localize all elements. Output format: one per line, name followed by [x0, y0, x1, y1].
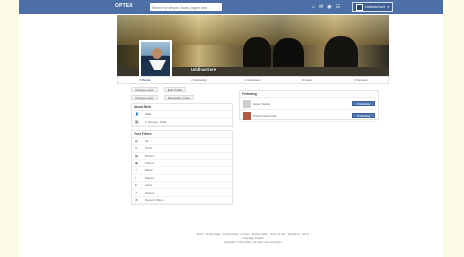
following-button[interactable]: Following: [352, 113, 375, 118]
home-icon[interactable]: ⌂: [312, 3, 315, 11]
filter-item[interactable]: ⌘ Recent Ofters: [132, 197, 232, 205]
user-menu-button[interactable]: UddhavGore ▾: [352, 2, 394, 12]
chevron-down-icon: ▾: [387, 5, 390, 9]
tab-likes[interactable]: 0 Likes: [280, 77, 334, 83]
filter-item[interactable]: ♫ Music: [132, 167, 232, 175]
tab-following[interactable]: 2 Following: [172, 77, 226, 83]
following-item[interactable]: Prachi Deshmukh Following: [240, 110, 378, 122]
following-button[interactable]: Following: [352, 101, 375, 106]
places-icon: ⌖: [135, 175, 137, 180]
footer: About · Create Page · Create Group · Con…: [117, 233, 389, 245]
music-icon: ♫: [135, 168, 138, 173]
filter-item[interactable]: ▤ All: [132, 138, 232, 146]
edit-profile-button[interactable]: Edit Profile: [163, 87, 187, 92]
following-avatar: [243, 99, 251, 108]
about-row: 🗓 1 January, 1994: [132, 118, 232, 126]
all-icon: ▤: [135, 138, 138, 143]
tab-groups[interactable]: 0 Groups: [334, 77, 388, 83]
filter-item[interactable]: ⌖ Places: [132, 175, 232, 182]
likes-icon: ♥: [135, 183, 137, 188]
recent-icon: ⌘: [135, 197, 138, 202]
videos-icon: ▣: [135, 161, 138, 166]
filters-title: Your Filters: [132, 131, 232, 138]
right-column: Following Helen Stefan Following Prachi …: [239, 87, 379, 122]
about-box: About Bulb 👤 Male 🗓 1 January, 1994: [131, 103, 233, 127]
following-box: Following Helen Stefan Following Prachi …: [239, 90, 379, 122]
profile-name: UddhavGore: [191, 67, 217, 72]
following-item[interactable]: Helen Stefan Following: [240, 98, 378, 110]
photos-icon: ▦: [135, 153, 138, 158]
user-avatar: [356, 3, 363, 11]
filter-item[interactable]: ↗ Shares: [132, 189, 232, 197]
tab-posts[interactable]: 1 Posts: [118, 77, 172, 83]
messages-icon[interactable]: ✉: [319, 3, 323, 11]
following-avatar: [243, 111, 251, 120]
shares-icon: ↗: [135, 190, 138, 195]
user-icon: 👤: [135, 112, 139, 117]
footer-copyright: Copyright © 2015 Optex. All rights reser…: [223, 241, 283, 244]
search-input[interactable]: [150, 3, 222, 11]
notifications-icon[interactable]: ◉: [327, 3, 331, 11]
following-title: Following: [240, 91, 378, 98]
calendar-icon: 🗓: [135, 119, 139, 124]
left-column: Change cover Edit Profile Change cover R…: [131, 87, 233, 206]
change-cover-button-2[interactable]: Change cover: [131, 95, 158, 100]
filter-item[interactable]: ▣ Videos: [132, 160, 232, 168]
page: OPTEX ⌂ ✉ ◉ ☷ UddhavGore ▾ UddhavGore 1 …: [19, 0, 443, 257]
reposition-cover-button[interactable]: Reposition cover: [163, 95, 195, 100]
profile-picture[interactable]: [139, 40, 172, 78]
filter-item[interactable]: ✎ Texts: [132, 145, 232, 153]
topbar: OPTEX ⌂ ✉ ◉ ☷ UddhavGore ▾: [19, 0, 443, 14]
user-menu-label: UddhavGore: [365, 5, 386, 9]
logo[interactable]: OPTEX: [115, 3, 133, 9]
filter-item[interactable]: ♥ Likes: [132, 182, 232, 190]
change-cover-button[interactable]: Change cover: [131, 87, 158, 92]
top-icons: ⌂ ✉ ◉ ☷: [312, 3, 340, 11]
text-icon: ✎: [135, 146, 138, 151]
profile-tabs: 1 Posts 2 Following 2 Followers 0 Likes …: [117, 76, 389, 84]
friends-icon[interactable]: ☷: [336, 3, 340, 11]
filter-item[interactable]: ▦ Photos: [132, 153, 232, 160]
about-title: About Bulb: [132, 104, 232, 111]
filters-box: Your Filters ▤ All ✎ Texts ▦ Photos ▣ Videos…: [131, 129, 233, 206]
about-row: 👤 Male: [132, 111, 232, 119]
tab-followers[interactable]: 2 Followers: [226, 77, 280, 83]
